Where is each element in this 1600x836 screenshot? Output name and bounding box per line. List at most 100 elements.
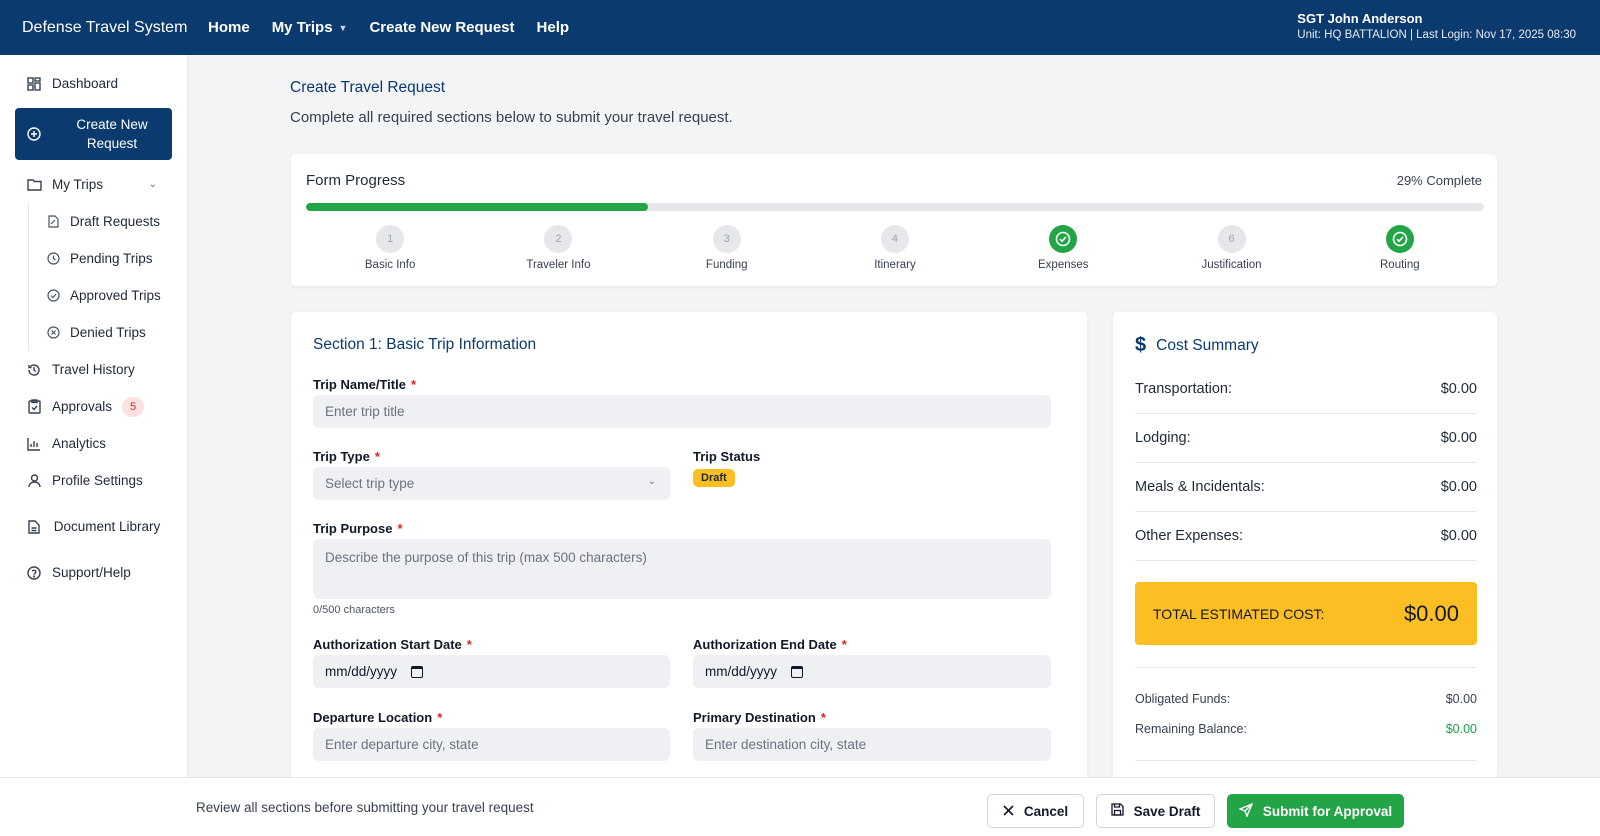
sidebar-subitem-pending-trips[interactable]: Pending Trips bbox=[29, 240, 187, 277]
auth-start-date-input[interactable]: mm/dd/yyyy bbox=[313, 655, 670, 688]
save-draft-button[interactable]: Save Draft bbox=[1096, 794, 1215, 828]
calendar-icon[interactable] bbox=[791, 665, 804, 678]
sidebar-subitem-draft-requests[interactable]: Draft Requests bbox=[29, 203, 187, 240]
plus-circle-icon bbox=[26, 126, 42, 142]
nav-help-label: Help bbox=[536, 19, 570, 36]
sidebar-item-approvals[interactable]: Approvals 5 bbox=[0, 388, 187, 425]
clipboard-icon bbox=[26, 399, 42, 415]
sidebar-item-my-trips[interactable]: My Trips ⌄ bbox=[0, 166, 187, 203]
chevron-down-icon: ⌄ bbox=[647, 476, 656, 487]
trip-purpose-textarea[interactable]: Describe the purpose of this trip (max 5… bbox=[313, 539, 1051, 599]
required-marker: * bbox=[820, 710, 826, 725]
cost-row-other: Other Expenses: $0.00 bbox=[1135, 512, 1477, 561]
auth-end-date-input[interactable]: mm/dd/yyyy bbox=[693, 655, 1051, 688]
save-icon bbox=[1110, 803, 1124, 819]
auth-start-placeholder: mm/dd/yyyy bbox=[325, 664, 398, 679]
trip-type-select[interactable]: Select trip type ⌄ bbox=[313, 467, 670, 500]
cost-row-meals: Meals & Incidentals: $0.00 bbox=[1135, 463, 1477, 512]
send-icon bbox=[1238, 802, 1254, 820]
obligated-funds-row: Obligated Funds: $0.00 bbox=[1135, 692, 1477, 706]
progress-step[interactable]: Expenses bbox=[998, 225, 1128, 271]
sidebar: Dashboard Create New Request My Trips ⌄ … bbox=[0, 55, 188, 777]
sidebar-item-label: Create New Request bbox=[76, 117, 148, 151]
nav-help[interactable]: Help bbox=[537, 19, 570, 36]
progress-step[interactable]: 3 Funding bbox=[662, 225, 792, 271]
step-label: Funding bbox=[705, 259, 748, 271]
cost-row-value: $0.00 bbox=[1440, 528, 1477, 544]
sidebar-item-label: Profile Settings bbox=[52, 473, 143, 488]
primary-destination-input[interactable]: Enter destination city, state bbox=[693, 728, 1051, 761]
user-icon bbox=[26, 473, 42, 489]
obligated-value: $0.00 bbox=[1445, 692, 1477, 706]
sidebar-item-label: Analytics bbox=[52, 436, 107, 451]
save-draft-label: Save Draft bbox=[1133, 803, 1201, 819]
sidebar-item-label: My Trips bbox=[52, 177, 104, 192]
remaining-label: Remaining Balance: bbox=[1135, 722, 1247, 736]
my-trips-submenu: Draft Requests Pending Trips Approved Tr… bbox=[28, 203, 187, 351]
remaining-value: $0.00 bbox=[1445, 722, 1477, 736]
check-circle-icon bbox=[1385, 225, 1414, 253]
submit-for-approval-button[interactable]: Submit for Approval bbox=[1227, 794, 1404, 828]
step-label: Traveler Info bbox=[526, 259, 591, 271]
document-icon bbox=[26, 519, 42, 535]
sidebar-subitem-label: Pending Trips bbox=[70, 251, 153, 266]
progress-step[interactable]: Routing bbox=[1335, 225, 1465, 271]
check-circle-icon bbox=[1049, 225, 1078, 253]
main-nav: Home My Trips ▼ Create New Request Help bbox=[208, 19, 569, 36]
submit-label: Submit for Approval bbox=[1262, 803, 1393, 819]
nav-create-new-request[interactable]: Create New Request bbox=[369, 19, 514, 36]
sidebar-item-travel-history[interactable]: Travel History bbox=[0, 351, 187, 388]
total-label: TOTAL ESTIMATED COST: bbox=[1153, 605, 1325, 622]
sidebar-item-dashboard[interactable]: Dashboard bbox=[0, 65, 187, 102]
required-marker: * bbox=[397, 521, 403, 536]
nav-my-trips[interactable]: My Trips ▼ bbox=[272, 19, 348, 36]
departure-label: Departure Location * bbox=[313, 710, 442, 725]
step-label: Basic Info bbox=[364, 259, 416, 271]
step-number: 1 bbox=[376, 225, 405, 253]
check-circle-icon bbox=[47, 289, 60, 302]
trip-purpose-label: Trip Purpose * bbox=[313, 521, 403, 536]
nav-create-label: Create New Request bbox=[369, 19, 515, 36]
progress-step[interactable]: 6 Justification bbox=[1167, 225, 1297, 271]
footer-action-bar: Review all sections before submitting yo… bbox=[0, 777, 1600, 836]
sidebar-item-create-new-request[interactable]: Create New Request bbox=[15, 108, 172, 160]
nav-home[interactable]: Home bbox=[208, 19, 250, 36]
step-label: Itinerary bbox=[874, 259, 916, 271]
progress-step[interactable]: 2 Traveler Info bbox=[493, 225, 623, 271]
cost-row-label: Transportation: bbox=[1135, 381, 1232, 397]
sidebar-item-support-help[interactable]: Support/Help bbox=[0, 554, 187, 591]
cost-row-label: Lodging: bbox=[1135, 430, 1191, 446]
trip-name-label: Trip Name/Title * bbox=[313, 377, 416, 392]
sidebar-item-profile-settings[interactable]: Profile Settings bbox=[0, 462, 187, 499]
cost-row-value: $0.00 bbox=[1440, 479, 1477, 495]
sidebar-item-analytics[interactable]: Analytics bbox=[0, 425, 187, 462]
sidebar-subitem-denied-trips[interactable]: Denied Trips bbox=[29, 314, 187, 351]
history-icon bbox=[26, 362, 42, 378]
cost-row-value: $0.00 bbox=[1440, 430, 1477, 446]
total-estimated-cost-box: TOTAL ESTIMATED COST: $0.00 bbox=[1135, 582, 1477, 645]
sidebar-subitem-label: Approved Trips bbox=[70, 288, 161, 303]
sidebar-subitem-approved-trips[interactable]: Approved Trips bbox=[29, 277, 187, 314]
auth-end-placeholder: mm/dd/yyyy bbox=[705, 664, 778, 679]
progress-step[interactable]: 1 Basic Info bbox=[325, 225, 455, 271]
sidebar-item-label: Travel History bbox=[52, 362, 135, 377]
help-circle-icon bbox=[26, 565, 42, 581]
trip-name-input[interactable]: Enter trip title bbox=[313, 395, 1051, 428]
calendar-icon[interactable] bbox=[411, 665, 424, 678]
cancel-button[interactable]: Cancel bbox=[987, 794, 1084, 828]
chevron-down-icon: ▼ bbox=[338, 22, 348, 33]
sidebar-item-label: Dashboard bbox=[52, 76, 119, 91]
progress-step[interactable]: 4 Itinerary bbox=[830, 225, 960, 271]
departure-location-input[interactable]: Enter departure city, state bbox=[313, 728, 670, 761]
step-number: 3 bbox=[712, 225, 741, 253]
user-info[interactable]: SGT John Anderson Unit: HQ BATTALION | L… bbox=[1297, 11, 1576, 41]
cost-summary-header: $ Cost Summary bbox=[1135, 334, 1259, 357]
nav-my-trips-label: My Trips bbox=[271, 19, 333, 36]
step-number: 4 bbox=[880, 225, 909, 253]
sidebar-item-label: Support/Help bbox=[52, 565, 131, 580]
approvals-count-badge: 5 bbox=[122, 396, 145, 417]
trip-purpose-label-text: Trip Purpose bbox=[313, 521, 393, 536]
sidebar-item-document-library[interactable]: Document Library bbox=[0, 499, 187, 554]
cancel-button-label: Cancel bbox=[1023, 803, 1069, 819]
chevron-down-icon[interactable]: ⌄ bbox=[149, 179, 157, 190]
